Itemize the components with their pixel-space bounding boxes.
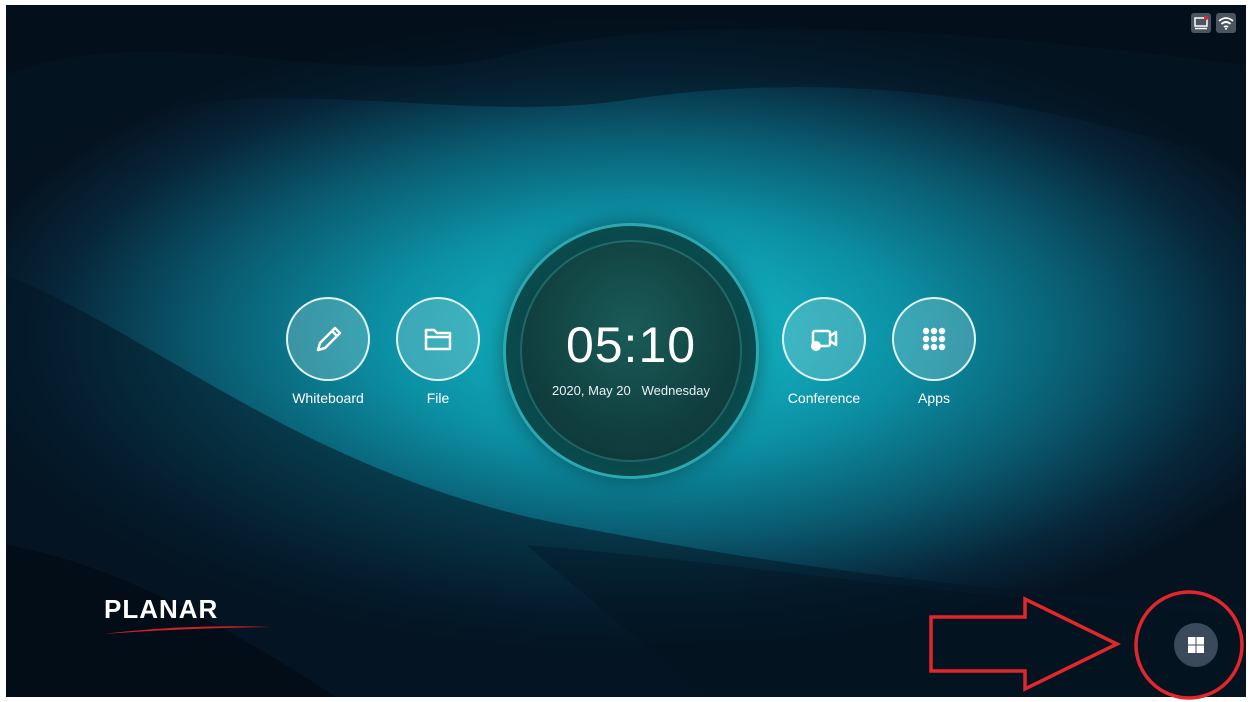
clock-date-line: 2020, May 20 Wednesday <box>520 383 742 398</box>
windows-icon <box>1188 637 1204 653</box>
home-screen: Whiteboard File 05:10 2020, May 20 Wedne… <box>6 5 1246 697</box>
clock-widget: 05:10 2020, May 20 Wednesday <box>506 226 756 476</box>
brand-name: PLANAR <box>104 594 219 624</box>
whiteboard-tile[interactable]: Whiteboard <box>278 297 378 406</box>
conference-tile[interactable]: Conference <box>774 297 874 406</box>
file-tile[interactable]: File <box>388 297 488 406</box>
conference-button[interactable] <box>782 297 866 381</box>
status-bar <box>1191 13 1236 33</box>
file-button[interactable] <box>396 297 480 381</box>
whiteboard-label: Whiteboard <box>292 390 364 406</box>
planar-logo: PLANAR <box>104 594 274 638</box>
folder-icon <box>424 328 452 351</box>
screen-cast-icon[interactable] <box>1191 13 1211 33</box>
conference-label: Conference <box>787 390 861 406</box>
pencil-icon <box>316 326 342 352</box>
clock-date: 2020, May 20 <box>551 383 631 398</box>
logo-swoosh <box>104 626 272 634</box>
apps-grid-icon <box>922 327 946 351</box>
apps-button[interactable] <box>892 297 976 381</box>
apps-tile[interactable]: Apps <box>884 297 984 406</box>
clock-time: 05:10 <box>565 317 697 373</box>
clock-face: 05:10 2020, May 20 Wednesday <box>520 240 742 462</box>
file-label: File <box>426 390 450 406</box>
windows-source-button[interactable] <box>1174 623 1218 667</box>
video-conference-icon <box>811 329 838 351</box>
wifi-icon[interactable] <box>1216 13 1236 33</box>
clock-weekday: Wednesday <box>641 383 711 398</box>
whiteboard-button[interactable] <box>286 297 370 381</box>
apps-label: Apps <box>918 390 950 406</box>
